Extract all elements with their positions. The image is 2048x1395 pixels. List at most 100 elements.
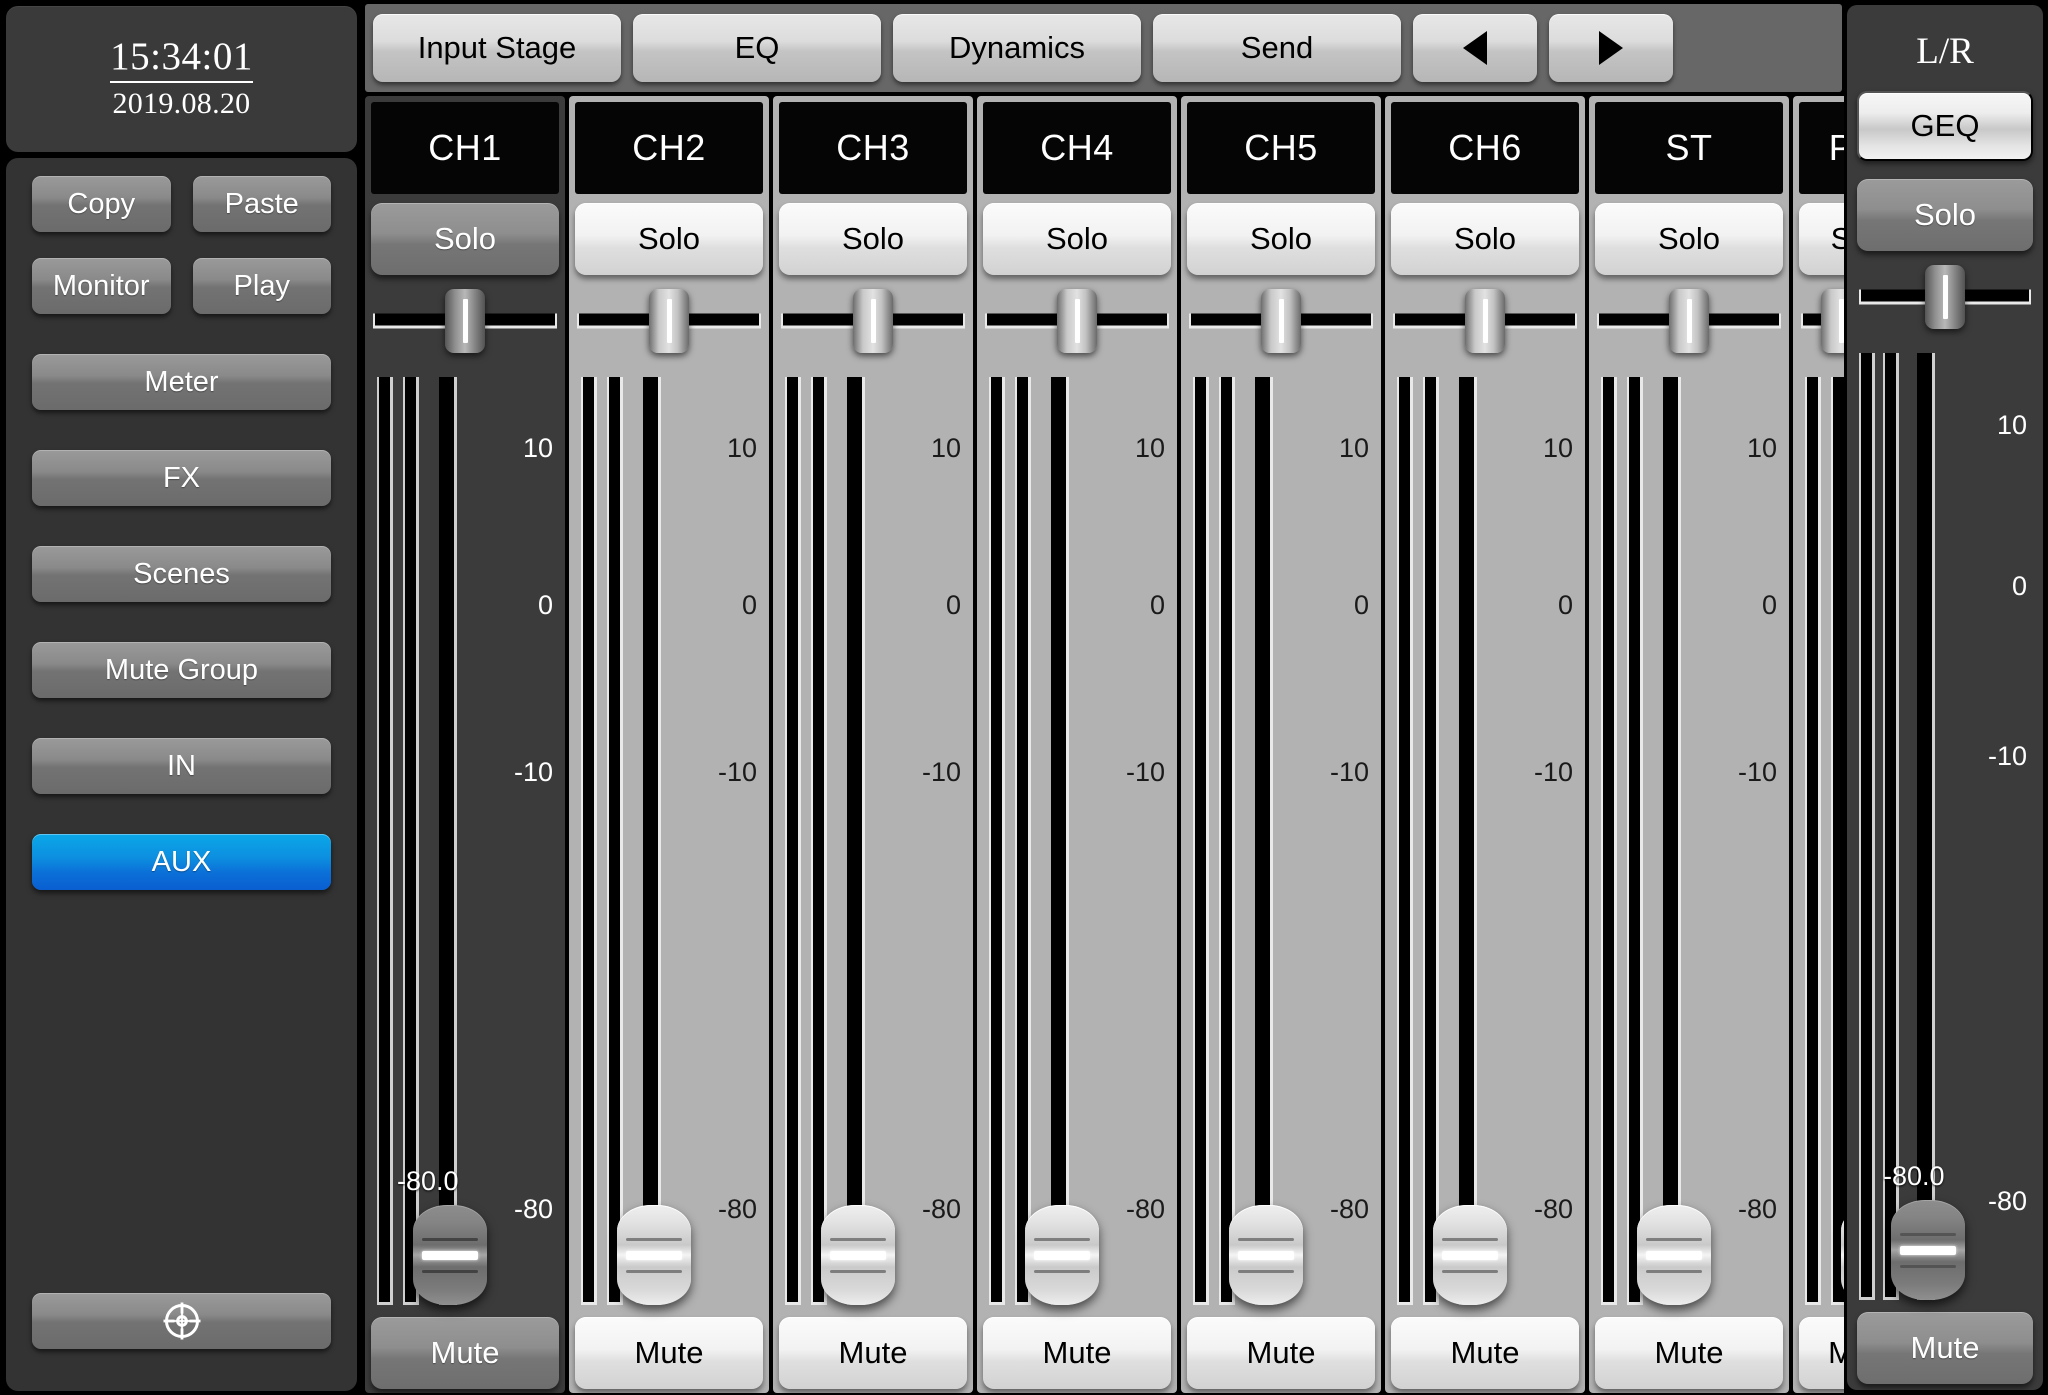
play-button[interactable]: Play bbox=[192, 258, 331, 314]
master-fader-column[interactable] bbox=[1891, 353, 1965, 1300]
paste-button[interactable]: Paste bbox=[192, 176, 331, 232]
pan-slider[interactable] bbox=[1595, 275, 1783, 367]
master-meter-right bbox=[1883, 353, 1899, 1300]
next-page-button[interactable] bbox=[1549, 14, 1673, 82]
fader-grip-line bbox=[1646, 1237, 1702, 1241]
master-fader-knob[interactable] bbox=[1891, 1200, 1965, 1300]
mute-button[interactable]: M bbox=[1799, 1317, 1844, 1389]
channel-name-plate[interactable]: CH5 bbox=[1187, 102, 1375, 194]
channel-name-plate[interactable]: CH6 bbox=[1391, 102, 1579, 194]
channel-strip[interactable]: CH5 Solo 10 0 -10 -80 Mute bbox=[1181, 96, 1381, 1393]
channel-strip[interactable]: CH3 Solo 10 0 -10 -80 Mute bbox=[773, 96, 973, 1393]
fader-column[interactable] bbox=[1229, 377, 1303, 1305]
db-tick-10: 10 bbox=[1542, 432, 1573, 463]
pan-slider[interactable] bbox=[575, 275, 763, 367]
mute-button[interactable]: Mute bbox=[371, 1317, 559, 1389]
pan-slider[interactable] bbox=[1799, 275, 1844, 367]
pan-knob[interactable] bbox=[853, 289, 893, 353]
solo-button[interactable]: Solo bbox=[1187, 203, 1375, 275]
level-meters bbox=[785, 377, 827, 1305]
master-pan-knob[interactable] bbox=[1925, 265, 1965, 329]
mute-button[interactable]: Mute bbox=[983, 1317, 1171, 1389]
pan-slider[interactable] bbox=[779, 275, 967, 367]
solo-button[interactable]: Solo bbox=[983, 203, 1171, 275]
channel-strip[interactable]: CH1 Solo 10 0 -10 -80 -80.0 Mute bbox=[365, 96, 565, 1393]
channel-name-plate[interactable]: CH3 bbox=[779, 102, 967, 194]
monitor-button[interactable]: Monitor bbox=[32, 258, 171, 314]
top-tab-bar: Input Stage EQ Dynamics Send bbox=[365, 4, 1842, 92]
master-mute-button[interactable]: Mute bbox=[1857, 1312, 2033, 1384]
prev-page-button[interactable] bbox=[1413, 14, 1537, 82]
pan-knob[interactable] bbox=[1821, 289, 1844, 353]
pan-slider[interactable] bbox=[371, 275, 559, 367]
monitor-play-row: Monitor Play bbox=[32, 258, 331, 314]
mute-button[interactable]: Mute bbox=[779, 1317, 967, 1389]
solo-button[interactable]: Solo bbox=[779, 203, 967, 275]
fader-column[interactable] bbox=[1025, 377, 1099, 1305]
channel-strip[interactable]: CH6 Solo 10 0 -10 -80 Mute bbox=[1385, 96, 1585, 1393]
tab-input-stage[interactable]: Input Stage bbox=[373, 14, 621, 82]
mute-group-button[interactable]: Mute Group bbox=[32, 642, 331, 698]
pan-slider[interactable] bbox=[1187, 275, 1375, 367]
channel-name-plate[interactable]: CH2 bbox=[575, 102, 763, 194]
tab-send[interactable]: Send bbox=[1153, 14, 1401, 82]
db-tick-10: 10 bbox=[1996, 409, 2027, 440]
pan-knob[interactable] bbox=[1465, 289, 1505, 353]
pan-slider[interactable] bbox=[1391, 275, 1579, 367]
mute-button[interactable]: Mute bbox=[1187, 1317, 1375, 1389]
gear-icon bbox=[162, 1301, 202, 1341]
meter-button[interactable]: Meter bbox=[32, 354, 331, 410]
db-tick-neg80: -80 bbox=[921, 1193, 961, 1224]
db-tick-0: 0 bbox=[1761, 590, 1777, 621]
fader-grip-line-center bbox=[1034, 1250, 1090, 1260]
solo-button[interactable]: S bbox=[1799, 203, 1844, 275]
channel-strip[interactable]: CH2 Solo 10 0 -10 -80 Mute bbox=[569, 96, 769, 1393]
pan-knob[interactable] bbox=[1669, 289, 1709, 353]
fader-column[interactable] bbox=[1637, 377, 1711, 1305]
pan-knob[interactable] bbox=[1261, 289, 1301, 353]
pan-knob[interactable] bbox=[649, 289, 689, 353]
channel-strip[interactable]: CH4 Solo 10 0 -10 -80 Mute bbox=[977, 96, 1177, 1393]
channel-name-plate[interactable]: CH1 bbox=[371, 102, 559, 194]
pan-slider[interactable] bbox=[983, 275, 1171, 367]
channel-name-plate[interactable]: P bbox=[1799, 102, 1844, 194]
geq-button[interactable]: GEQ bbox=[1857, 91, 2033, 161]
scenes-button[interactable]: Scenes bbox=[32, 546, 331, 602]
master-level-meters bbox=[1859, 353, 1899, 1300]
settings-button[interactable] bbox=[32, 1293, 331, 1349]
fader-column[interactable] bbox=[617, 377, 691, 1305]
db-tick-10: 10 bbox=[726, 432, 757, 463]
fader-grip-line-center bbox=[1442, 1250, 1498, 1260]
fx-button[interactable]: FX bbox=[32, 450, 331, 506]
fader-zone: 10 0 -10 -80 bbox=[983, 377, 1171, 1305]
db-scale: 10 0 -10 -80 bbox=[1289, 377, 1369, 1305]
mute-button[interactable]: Mute bbox=[1595, 1317, 1783, 1389]
fader-column[interactable] bbox=[1433, 377, 1507, 1305]
master-panel: L/R GEQ Solo -80.0 10 0 -10 -80 Mute bbox=[1847, 5, 2043, 1390]
db-tick-neg80: -80 bbox=[513, 1193, 553, 1224]
solo-button[interactable]: Solo bbox=[1391, 203, 1579, 275]
mute-button[interactable]: Mute bbox=[575, 1317, 763, 1389]
tab-eq[interactable]: EQ bbox=[633, 14, 881, 82]
solo-button[interactable]: Solo bbox=[575, 203, 763, 275]
channel-strip[interactable]: ST Solo 10 0 -10 -80 Mute bbox=[1589, 96, 1789, 1393]
fader-column[interactable] bbox=[821, 377, 895, 1305]
mute-button[interactable]: Mute bbox=[1391, 1317, 1579, 1389]
clock-panel: 15:34:01 2019.08.20 bbox=[6, 6, 357, 152]
master-pan-slider[interactable] bbox=[1857, 251, 2033, 343]
pan-knob[interactable] bbox=[1057, 289, 1097, 353]
channel-strip[interactable]: PS M bbox=[1793, 96, 1844, 1393]
channel-name-plate[interactable]: CH4 bbox=[983, 102, 1171, 194]
solo-button[interactable]: Solo bbox=[1595, 203, 1783, 275]
channel-name-plate[interactable]: ST bbox=[1595, 102, 1783, 194]
copy-button[interactable]: Copy bbox=[32, 176, 171, 232]
meter-left bbox=[1601, 377, 1617, 1305]
pan-knob[interactable] bbox=[445, 289, 485, 353]
tab-dynamics[interactable]: Dynamics bbox=[893, 14, 1141, 82]
solo-button[interactable]: Solo bbox=[371, 203, 559, 275]
chevron-left-icon bbox=[1463, 31, 1487, 65]
master-solo-button[interactable]: Solo bbox=[1857, 179, 2033, 251]
aux-button[interactable]: AUX bbox=[32, 834, 331, 890]
in-button[interactable]: IN bbox=[32, 738, 331, 794]
db-scale: 10 0 -10 -80 bbox=[1697, 377, 1777, 1305]
